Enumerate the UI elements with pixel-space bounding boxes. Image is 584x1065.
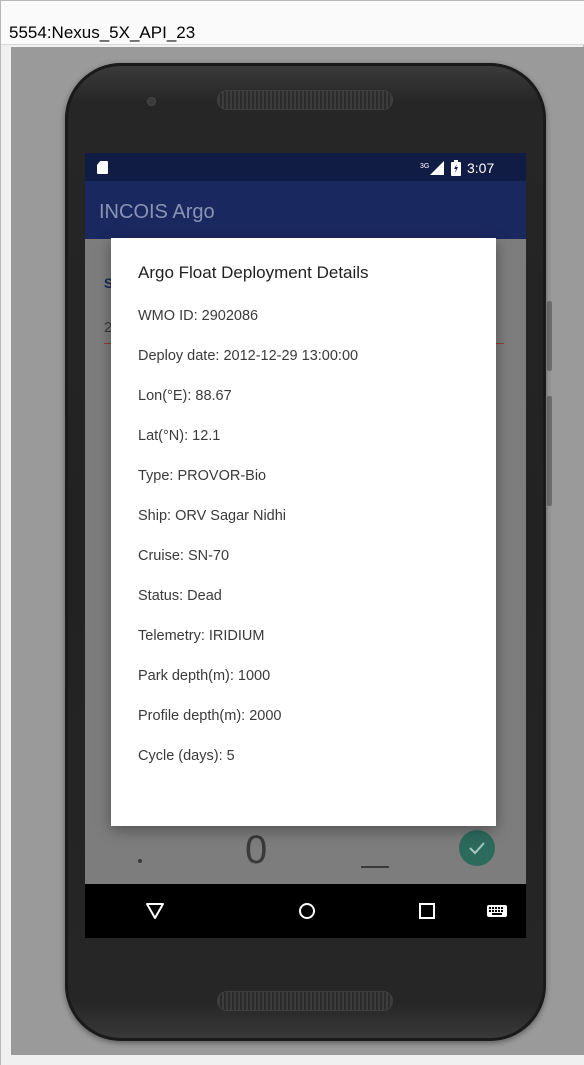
power-button[interactable]	[547, 301, 552, 371]
dialog-title: Argo Float Deployment Details	[138, 263, 369, 282]
park-depth-row: Park depth(m): 1000	[138, 668, 271, 684]
sd-card-icon	[97, 161, 108, 174]
keypad-zero-key[interactable]: 0	[245, 828, 267, 873]
deploy-date-row: Deploy date: 2012-12-29 13:00:00	[138, 348, 359, 364]
cycle-days-row: Cycle (days): 5	[138, 748, 235, 764]
check-icon	[469, 842, 485, 855]
latitude-row: Lat(°N): 12.1	[138, 428, 221, 444]
deployment-details-dialog: Argo Float Deployment Details WMO ID: 29…	[111, 238, 496, 826]
keypad-dot-key[interactable]	[138, 859, 142, 863]
keypad-space-key[interactable]	[361, 866, 389, 868]
cruise-row: Cruise: SN-70	[138, 548, 230, 564]
recents-icon[interactable]	[418, 902, 436, 920]
type-row: Type: PROVOR-Bio	[138, 468, 267, 484]
front-camera	[147, 97, 156, 106]
window-titlebar[interactable]: 5554:Nexus_5X_API_23	[1, 1, 584, 45]
phone-screen: 3G 3:07 INCOIS Argo S 2 0 Argo Float Dep…	[85, 153, 526, 938]
window-title: 5554:Nexus_5X_API_23	[9, 23, 196, 42]
keyboard-icon[interactable]	[487, 905, 507, 917]
volume-button[interactable]	[547, 396, 552, 506]
telemetry-row: Telemetry: IRIDIUM	[138, 628, 265, 644]
network-type-label: 3G	[420, 163, 429, 170]
ship-row: Ship: ORV Sagar Nidhi	[138, 508, 287, 524]
status-time: 3:07	[467, 160, 495, 176]
bottom-speaker-grille	[217, 991, 393, 1011]
profile-depth-row: Profile depth(m): 2000	[138, 708, 282, 724]
window-left-border	[1, 47, 11, 1055]
back-icon[interactable]	[145, 901, 165, 921]
top-speaker-grille	[217, 90, 393, 110]
status-bar: 3G 3:07	[85, 153, 526, 181]
signal-icon: 3G	[420, 161, 444, 175]
check-button[interactable]	[459, 830, 495, 866]
window-bottom-border	[1, 1055, 584, 1065]
battery-icon	[451, 160, 461, 176]
longitude-row: Lon(°E): 88.67	[138, 388, 232, 404]
emulator-window: 5554:Nexus_5X_API_23 3G 3:07 INCOIS Argo…	[0, 0, 584, 1065]
wmo-id-row: WMO ID: 2902086	[138, 308, 259, 324]
navigation-bar	[85, 884, 526, 938]
app-title: INCOIS Argo	[99, 201, 215, 223]
status-row: Status: Dead	[138, 588, 222, 604]
home-icon[interactable]	[297, 901, 317, 921]
